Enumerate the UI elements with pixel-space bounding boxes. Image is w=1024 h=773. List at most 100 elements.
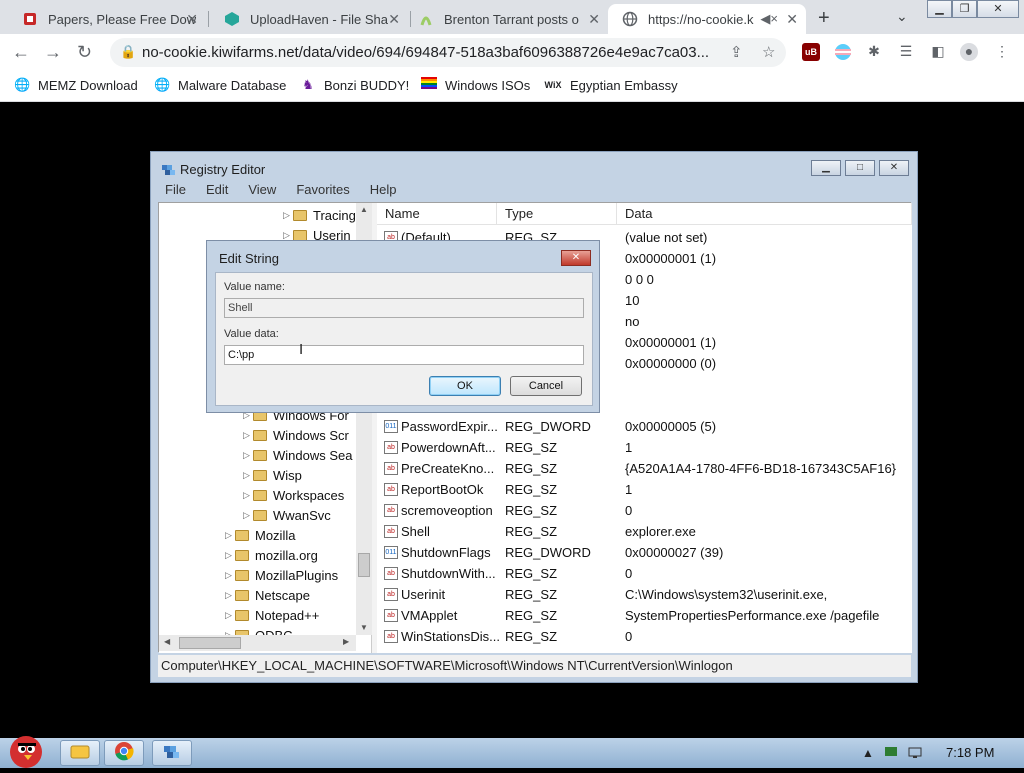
close-tab-icon[interactable]: ✕ (786, 11, 798, 28)
expand-arrow-icon[interactable]: ▷ (225, 570, 235, 581)
value-row[interactable]: ab PreCreateKno... REG_SZ {A520A1A4-1780-4F… (377, 458, 912, 479)
close-icon[interactable]: ✕ (879, 160, 909, 176)
scroll-up-icon[interactable]: ▲ (360, 205, 368, 214)
url-text[interactable]: no-cookie.kiwifarms.net/data/video/694/6… (142, 44, 727, 61)
side-panel-icon[interactable]: ◧ (929, 43, 947, 61)
value-row[interactable]: ab ReportBootOk REG_SZ 1 (377, 479, 912, 500)
show-hidden-icons-icon[interactable]: ▲ (862, 746, 874, 760)
close-tab-icon[interactable]: ✕ (186, 11, 198, 28)
tree-item[interactable]: ▷ Notepad++ (225, 605, 319, 625)
tree-item[interactable]: ▷ Mozilla (225, 525, 295, 545)
taskbar-chrome-button[interactable] (104, 740, 144, 766)
close-tab-icon[interactable]: ✕ (388, 11, 400, 28)
restore-icon[interactable]: ❐ (952, 0, 977, 18)
expand-arrow-icon[interactable]: ▷ (225, 590, 235, 601)
scroll-right-icon[interactable]: ▶ (343, 637, 349, 646)
close-tab-icon[interactable]: ✕ (588, 11, 600, 28)
new-tab-icon[interactable]: + (818, 7, 830, 30)
ublock-icon[interactable]: uB (802, 43, 820, 61)
column-header-name[interactable]: Name (377, 203, 497, 225)
tree-item[interactable]: ▷ Netscape (225, 585, 310, 605)
tree-item[interactable]: ▷ Wisp (243, 465, 302, 485)
taskbar-clock[interactable]: 7:18 PM (946, 745, 994, 760)
scroll-down-icon[interactable]: ▼ (360, 623, 368, 632)
speaker-muted-icon[interactable]: ◀× (760, 11, 778, 27)
expand-arrow-icon[interactable]: ▷ (243, 430, 253, 441)
value-row[interactable]: ab Shell REG_SZ explorer.exe (377, 521, 912, 542)
forward-arrow-icon[interactable]: → (44, 42, 62, 63)
media-queue-icon[interactable]: ☰ (897, 43, 915, 61)
tab-brenton[interactable]: Brenton Tarrant posts o ✕ (404, 4, 608, 34)
reload-icon[interactable]: ↻ (77, 42, 92, 63)
tab-papers-please[interactable]: Papers, Please Free Dow ✕ (8, 4, 206, 34)
expand-arrow-icon[interactable]: ▷ (243, 490, 253, 501)
maximize-icon[interactable]: □ (845, 160, 875, 176)
value-data-input[interactable]: C:\pp (224, 345, 584, 365)
tree-item[interactable]: ▷ Tracing (283, 205, 356, 225)
cancel-button[interactable]: Cancel (510, 376, 582, 396)
trans-flag-icon[interactable] (834, 43, 852, 61)
network-icon[interactable] (908, 746, 922, 761)
ok-button[interactable]: OK (429, 376, 501, 396)
edit-string-dialog: Edit String ✕ Value name: Shell Value da… (206, 240, 600, 413)
scroll-left-icon[interactable]: ◀ (164, 637, 170, 646)
back-arrow-icon[interactable]: ← (12, 42, 30, 63)
chevron-down-icon[interactable]: ⌄ (896, 8, 908, 25)
bookmark-memz[interactable]: 🌐 MEMZ Download (14, 77, 138, 93)
value-row[interactable]: ab Userinit REG_SZ C:\Windows\system32\user… (377, 584, 912, 605)
value-row[interactable]: ab PowerdownAft... REG_SZ 1 (377, 437, 912, 458)
tree-item[interactable]: ▷ MozillaPlugins (225, 565, 338, 585)
tab-uploadhaven[interactable]: UploadHaven - File Sha ✕ (210, 4, 408, 34)
taskbar-regedit-button[interactable] (152, 740, 192, 766)
folder-icon (253, 469, 267, 481)
kebab-menu-icon[interactable]: ⋮ (993, 43, 1011, 61)
tree-item[interactable]: ▷ Workspaces (243, 485, 344, 505)
expand-arrow-icon[interactable]: ▷ (243, 450, 253, 461)
value-row[interactable]: 011 ShutdownFlags REG_DWORD 0x00000027 (39) (377, 542, 912, 563)
expand-arrow-icon[interactable]: ▷ (225, 610, 235, 621)
taskbar-explorer-button[interactable] (60, 740, 100, 766)
tree-item[interactable]: ▷ Windows Scr (243, 425, 349, 445)
minimize-icon[interactable]: ▁ (927, 0, 952, 18)
address-bar[interactable]: 🔒 no-cookie.kiwifarms.net/data/video/694… (110, 38, 786, 67)
close-window-icon[interactable]: ✕ (977, 0, 1019, 18)
expand-arrow-icon[interactable]: ▷ (225, 530, 235, 541)
menu-help[interactable]: Help (370, 182, 397, 202)
bookmark-bonzi[interactable]: ♞ Bonzi BUDDY! (300, 77, 409, 93)
action-center-icon[interactable] (884, 746, 898, 761)
value-row[interactable]: ab WinStationsDis... REG_SZ 0 (377, 626, 912, 647)
menu-edit[interactable]: Edit (206, 182, 228, 202)
share-icon[interactable]: ⇪ (730, 43, 743, 61)
tree-item[interactable]: ▷ Windows Sea (243, 445, 352, 465)
value-data-cell: 1 (625, 440, 633, 455)
value-row[interactable]: ab scremoveoption REG_SZ 0 (377, 500, 912, 521)
expand-arrow-icon[interactable]: ▷ (225, 550, 235, 561)
menu-favorites[interactable]: Favorites (296, 182, 349, 202)
tab-active-video[interactable]: https://no-cookie.k ◀× ✕ (608, 4, 806, 34)
bookmark-windows-isos[interactable]: Windows ISOs (421, 77, 530, 93)
scroll-thumb[interactable] (179, 637, 241, 649)
tree-horizontal-scrollbar[interactable]: ◀ ▶ (159, 635, 356, 651)
expand-arrow-icon[interactable]: ▷ (283, 230, 293, 241)
column-header-type[interactable]: Type (497, 203, 617, 225)
star-icon[interactable]: ☆ (762, 43, 775, 61)
column-header-data[interactable]: Data (617, 203, 912, 225)
value-row[interactable]: ab ShutdownWith... REG_SZ 0 (377, 563, 912, 584)
angry-bird-start-icon[interactable] (2, 730, 50, 768)
value-row[interactable]: 011 PasswordExpir... REG_DWORD 0x00000005 (… (377, 416, 912, 437)
profile-avatar-icon[interactable]: ● (960, 43, 978, 61)
menu-view[interactable]: View (248, 182, 276, 202)
bookmark-malware-database[interactable]: 🌐 Malware Database (154, 77, 286, 93)
menu-file[interactable]: File (165, 182, 186, 202)
tree-item[interactable]: ▷ WwanSvc (243, 505, 331, 525)
bookmark-egyptian-embassy[interactable]: WiX Egyptian Embassy (544, 77, 678, 93)
minimize-icon[interactable]: ▁ (811, 160, 841, 176)
close-icon[interactable]: ✕ (561, 250, 591, 266)
value-row[interactable]: ab VMApplet REG_SZ SystemPropertiesPerforma… (377, 605, 912, 626)
expand-arrow-icon[interactable]: ▷ (283, 210, 293, 221)
scroll-thumb[interactable] (358, 553, 370, 577)
puzzle-extension-icon[interactable]: ✱ (865, 43, 883, 61)
expand-arrow-icon[interactable]: ▷ (243, 470, 253, 481)
expand-arrow-icon[interactable]: ▷ (243, 510, 253, 521)
tree-item[interactable]: ▷ mozilla.org (225, 545, 318, 565)
